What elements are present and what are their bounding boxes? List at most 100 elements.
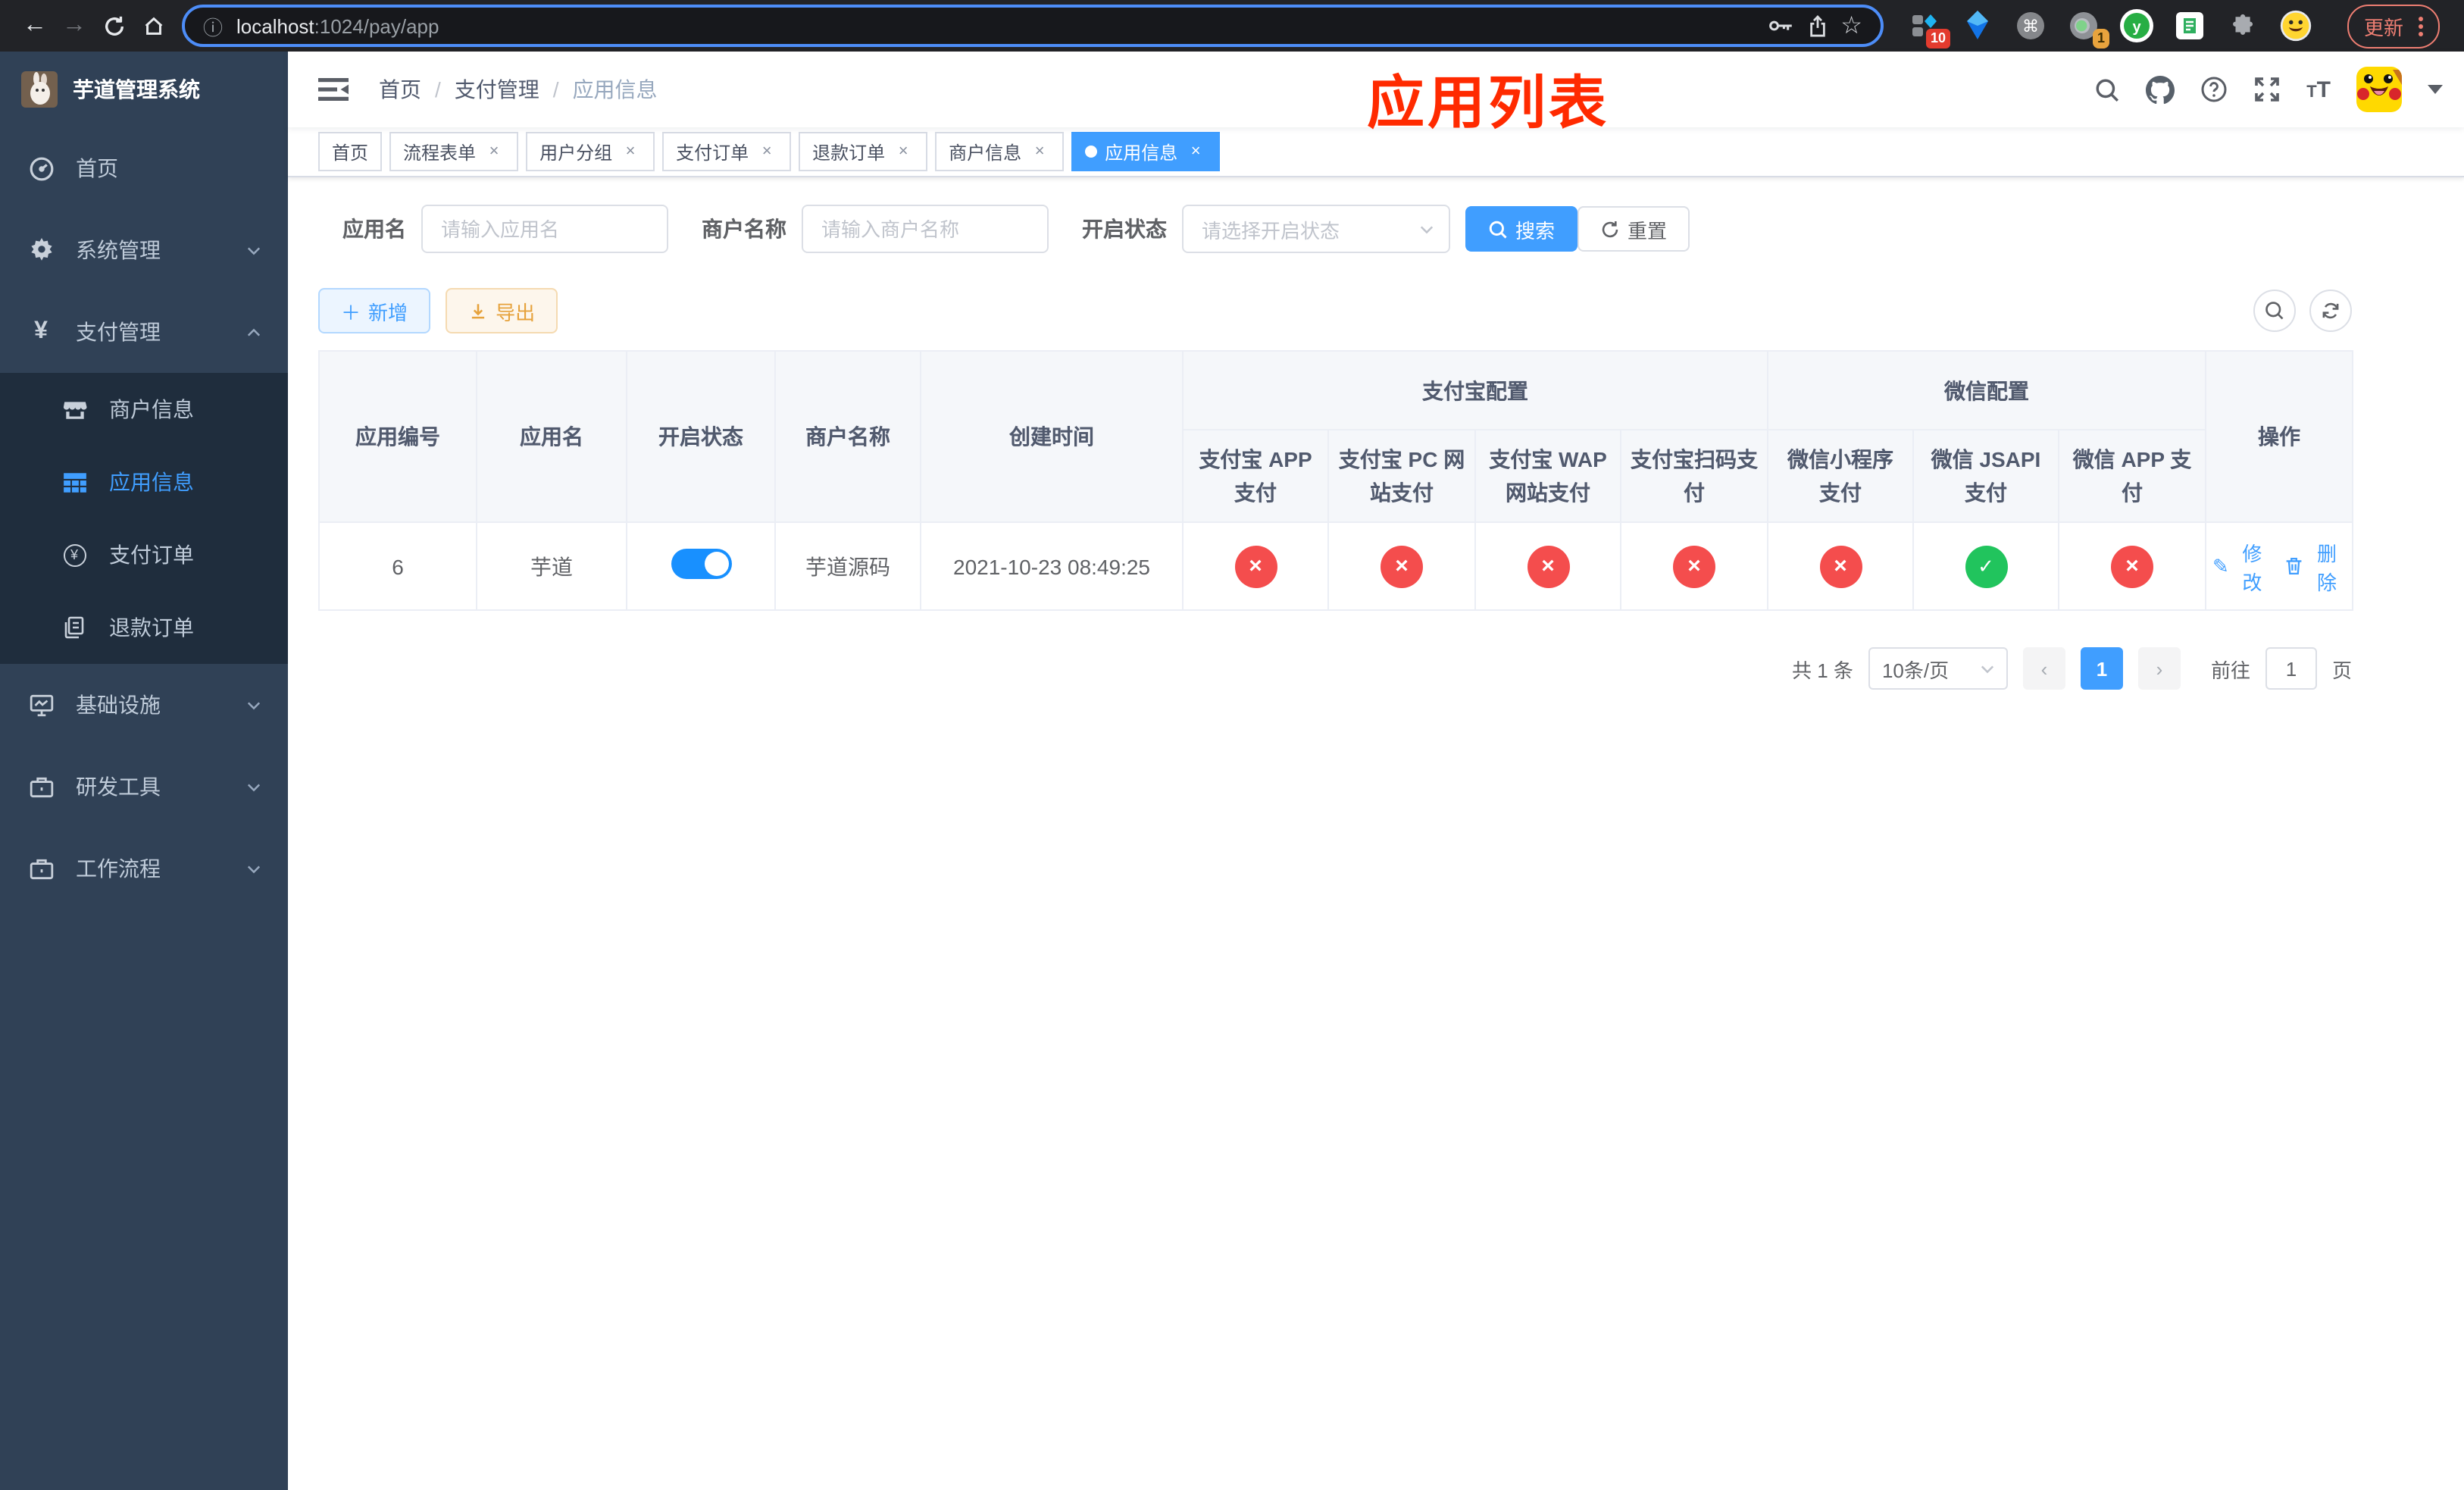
edit-link[interactable]: ✎ 修改 [2212,537,2271,595]
extension-notes-icon[interactable] [2173,9,2206,42]
delete-link[interactable]: 删除 [2286,537,2346,595]
table-row: 6 芋道 芋道源码 2021-10-23 08:49:25 × × × × × … [318,521,2353,611]
briefcase-icon [27,856,55,881]
avatar-caret-icon[interactable] [2428,85,2443,94]
page-1-button[interactable]: 1 [2080,647,2123,690]
status-toggle[interactable] [671,549,731,579]
reload-icon[interactable] [94,6,133,45]
sidebar-logo[interactable]: 芋道管理系统 [0,52,288,127]
total-count: 共 1 条 [1792,659,1853,681]
reset-button[interactable]: 重置 [1578,206,1690,252]
extension-badge: 10 [1925,29,1950,49]
fullscreen-icon[interactable] [2253,76,2281,103]
goto-page-input[interactable] [2265,647,2317,690]
col-header-wx-mini: 微信小程序支付 [1767,429,1914,523]
bookmark-star-icon[interactable]: ☆ [1840,11,1862,41]
back-icon[interactable]: ← [15,6,55,45]
close-icon[interactable]: × [1185,141,1206,162]
github-icon[interactable] [2146,75,2175,104]
cell-merchant: 芋道源码 [774,521,921,611]
col-header-merchant: 商户名称 [774,350,921,523]
cell-name: 芋道 [476,521,627,611]
close-icon[interactable]: × [620,141,641,162]
status-label: 开启状态 [1082,217,1167,241]
forward-icon[interactable]: → [55,6,94,45]
extension-y-icon[interactable]: y [2119,9,2153,42]
tag-pay-order[interactable]: 支付订单 × [662,132,792,171]
extensions-puzzle-icon[interactable] [2226,9,2259,42]
tag-merchant-info[interactable]: 商户信息 × [935,132,1065,171]
briefcase-icon [27,774,55,800]
user-avatar[interactable] [2356,67,2402,112]
extension-camera-icon[interactable]: 1 [2067,9,2109,49]
password-key-icon[interactable] [1768,17,1793,35]
address-bar[interactable]: ⓘ localhost:1024/pay/app ☆ [182,5,1884,47]
cell-id: 6 [318,521,477,611]
prev-page-button[interactable]: ‹ [2022,647,2065,690]
share-icon[interactable] [1807,14,1827,37]
chevron-down-icon [247,775,261,799]
profile-emoji-avatar[interactable] [2279,9,2312,42]
col-header-actions: 操作 [2205,350,2353,523]
sidebar-item-infra[interactable]: 基础设施 [0,664,288,746]
pagination: 共 1 条 10条/页 ‹ 1 › 前往 页 [318,647,2352,690]
url-text[interactable]: localhost:1024/pay/app [236,14,1754,37]
extension-blocks-icon[interactable]: 10 [1908,9,1950,49]
app-title: 芋道管理系统 [73,77,200,102]
sidebar-item-pay-order[interactable]: ¥ 支付订单 [0,518,288,591]
sidebar-item-dev-tools[interactable]: 研发工具 [0,746,288,828]
tag-process-form[interactable]: 流程表单 × [389,132,519,171]
page-title-annotation: 应用列表 [1367,73,1610,136]
extension-kite-icon[interactable] [1961,9,1994,42]
page-content: 应用名 商户名称 开启状态 请选择开启状态 搜索 [288,177,2464,690]
sidebar-item-merchant-info[interactable]: 商户信息 [0,373,288,446]
goto-label: 前往 [2210,659,2250,681]
close-icon[interactable]: × [483,141,505,162]
tag-app-info[interactable]: 应用信息 × [1071,132,1221,171]
sidebar-item-workflow[interactable]: 工作流程 [0,828,288,909]
help-icon[interactable] [2200,76,2228,103]
home-icon[interactable] [133,6,173,45]
close-icon[interactable]: × [756,141,777,162]
status-select[interactable]: 请选择开启状态 [1182,205,1450,253]
close-icon[interactable]: × [893,141,914,162]
browser-menu-icon[interactable] [2419,16,2423,36]
close-icon[interactable]: × [1029,141,1050,162]
tag-user-group[interactable]: 用户分组 × [526,132,655,171]
col-header-alipay-qr: 支付宝扫码支付 [1620,429,1768,523]
sidebar-item-home[interactable]: 首页 [0,127,288,209]
download-icon [471,303,485,318]
header-search-icon[interactable] [2094,77,2120,102]
merchant-name-input[interactable] [802,205,1049,253]
font-size-icon[interactable]: TT [2306,77,2331,102]
breadcrumb-payment[interactable]: 支付管理 [455,74,539,105]
search-icon [2265,302,2284,320]
top-navbar: 首页 / 支付管理 / 应用信息 应用列表 TT [288,52,2464,136]
refresh-table-button[interactable] [2309,290,2352,332]
sidebar-item-payment[interactable]: ¥ 支付管理 [0,291,288,373]
extension-command-icon[interactable]: ⌘ [2014,9,2047,42]
add-button[interactable]: ＋ 新增 [318,288,431,333]
screen: ← → ⓘ localhost:1024/pay/app ☆ 10 ⌘ 1 y … [0,0,2464,1490]
page-size-select[interactable]: 10条/页 [1868,647,2008,690]
tag-refund-order[interactable]: 退款订单 × [799,132,928,171]
site-info-icon[interactable]: ⓘ [203,11,223,40]
chevron-down-icon [1981,665,1994,673]
yen-icon: ¥ [34,318,48,344]
refresh-icon [1602,220,1618,237]
sidebar-collapse-icon[interactable] [306,76,361,103]
browser-update-button[interactable]: 更新 [2347,4,2440,48]
app-name-input[interactable] [421,205,668,253]
wx-app-status-icon [2111,545,2153,587]
toggle-search-button[interactable] [2253,290,2296,332]
sidebar-item-app-info[interactable]: 应用信息 [0,446,288,518]
alipay-pc-status-icon [1381,545,1423,587]
next-page-button[interactable]: › [2137,647,2181,690]
sidebar-item-refund-order[interactable]: 退款订单 [0,591,288,664]
search-button[interactable]: 搜索 [1465,206,1578,252]
breadcrumb-home[interactable]: 首页 [379,74,421,105]
export-button[interactable]: 导出 [446,288,558,333]
alipay-wap-status-icon [1527,545,1569,587]
tag-home[interactable]: 首页 [318,132,383,171]
sidebar-item-system[interactable]: 系统管理 [0,209,288,291]
